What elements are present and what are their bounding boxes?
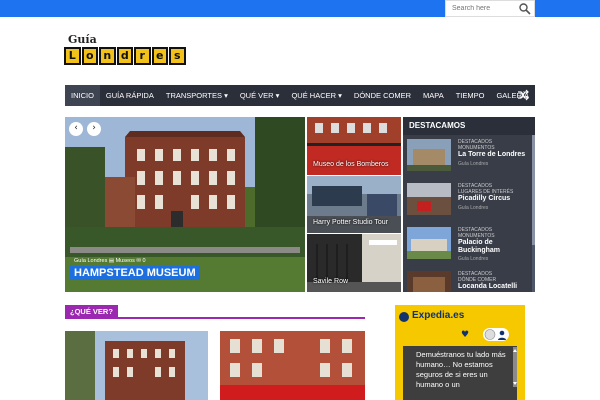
item-author: Guía Londres: [458, 256, 489, 262]
category: DESTACADOS LUGARES DE INTERÉS: [458, 183, 513, 195]
hero-meta: Guía Londres ▤ Museos ✉ 0: [74, 258, 146, 264]
nav-item-guia-rapida[interactable]: GUÍA RÁPIDA: [100, 85, 160, 106]
search-input[interactable]: [446, 1, 516, 16]
list-item[interactable]: DESTACADOS DÓNDE COMER Locanda Locatelli: [407, 269, 531, 292]
logo-letter: s: [169, 47, 186, 65]
tile-caption: Museo de los Bomberos: [313, 161, 389, 168]
destacamos-heading: DESTACAMOS: [403, 117, 535, 135]
logo-letter: o: [81, 47, 98, 65]
destacamos-panel: DESTACAMOS DESTACADOS MONUMENTOS La Torre…: [403, 117, 535, 292]
search-icon[interactable]: [518, 2, 532, 15]
tile-savile-row[interactable]: Savile Row: [307, 234, 401, 292]
item-author: Guía Londres: [458, 161, 489, 167]
item-title[interactable]: Palacio de Buckingham: [458, 239, 531, 254]
site-logo[interactable]: Guía L o n d r e s: [64, 33, 204, 69]
nav-item-que-ver[interactable]: QUÉ VER ▾: [234, 85, 286, 106]
item-title[interactable]: La Torre de Londres: [458, 151, 525, 159]
user-icon: [484, 329, 506, 340]
hero-title[interactable]: HAMPSTEAD MUSEUM: [70, 266, 200, 280]
list-item[interactable]: DESTACADOS MONUMENTOS La Torre de Londres…: [407, 137, 531, 173]
nav-item-inicio[interactable]: INICIO: [65, 85, 100, 106]
category: DESTACADOS DÓNDE COMER: [458, 271, 496, 283]
thumbnail: [407, 183, 451, 215]
tile-caption: Harry Potter Studio Tour: [313, 219, 388, 226]
slider-prev-button[interactable]: ‹: [69, 122, 83, 136]
logo-letter: d: [116, 47, 133, 65]
category: DESTACADOS MONUMENTOS: [458, 227, 495, 239]
slider-next-button[interactable]: ›: [87, 122, 101, 136]
section-title[interactable]: ¿QUÉ VER?: [65, 305, 118, 319]
ad-message: Demuéstranos tu lado más humano… No esta…: [403, 346, 517, 400]
nav-item-transportes[interactable]: TRANSPORTES ▾: [160, 85, 234, 106]
user-avatar[interactable]: [483, 328, 509, 341]
nav-item-mapa[interactable]: MAPA: [417, 85, 450, 106]
ad-brand: Expedia.es: [412, 310, 465, 321]
search-box: [445, 0, 535, 17]
tile-caption: Savile Row: [313, 278, 349, 285]
post-image: [220, 331, 365, 400]
scroll-indicator[interactable]: [512, 347, 518, 387]
nav-item-tiempo[interactable]: TIEMPO: [450, 85, 491, 106]
tile-harry-potter[interactable]: Harry Potter Studio Tour: [307, 176, 401, 233]
post-image: [65, 331, 208, 400]
list-item[interactable]: DESTACADOS LUGARES DE INTERÉS Picadilly C…: [407, 181, 531, 217]
post-card[interactable]: [65, 331, 208, 400]
thumbnail: [407, 227, 451, 259]
nav-item-que-hacer[interactable]: QUÉ HACER ▾: [285, 85, 347, 106]
item-author: Guía Londres: [458, 205, 489, 211]
tile-museo-bomberos[interactable]: Museo de los Bomberos: [307, 117, 401, 175]
logo-subtitle: Guía: [68, 33, 97, 46]
expedia-logo-icon: [399, 312, 409, 322]
heart-icon[interactable]: ♥: [461, 330, 469, 340]
post-card[interactable]: [220, 331, 365, 400]
thumbnail: [407, 271, 451, 292]
list-item[interactable]: DESTACADOS MONUMENTOS Palacio de Buckingh…: [407, 225, 531, 262]
item-title[interactable]: Picadilly Circus: [458, 195, 510, 203]
logo-letter: L: [64, 47, 81, 65]
nav-item-donde-comer[interactable]: DÓNDE COMER: [348, 85, 417, 106]
thumbnail: [407, 139, 451, 171]
expedia-ad[interactable]: Expedia.es ♥ Demuéstranos tu lado más hu…: [395, 305, 525, 400]
main-nav: INICIO GUÍA RÁPIDA TRANSPORTES ▾ QUÉ VER…: [65, 85, 535, 106]
item-title[interactable]: Locanda Locatelli: [458, 283, 517, 291]
section-header: ¿QUÉ VER?: [65, 305, 365, 319]
logo-letter: e: [151, 47, 168, 65]
logo-letter: r: [134, 47, 151, 65]
shuffle-icon[interactable]: [517, 89, 529, 101]
scrollbar-thumb[interactable]: [532, 135, 535, 245]
category: DESTACADOS MONUMENTOS: [458, 139, 495, 151]
logo-wordmark: L o n d r e s: [64, 47, 187, 65]
logo-letter: n: [99, 47, 116, 65]
